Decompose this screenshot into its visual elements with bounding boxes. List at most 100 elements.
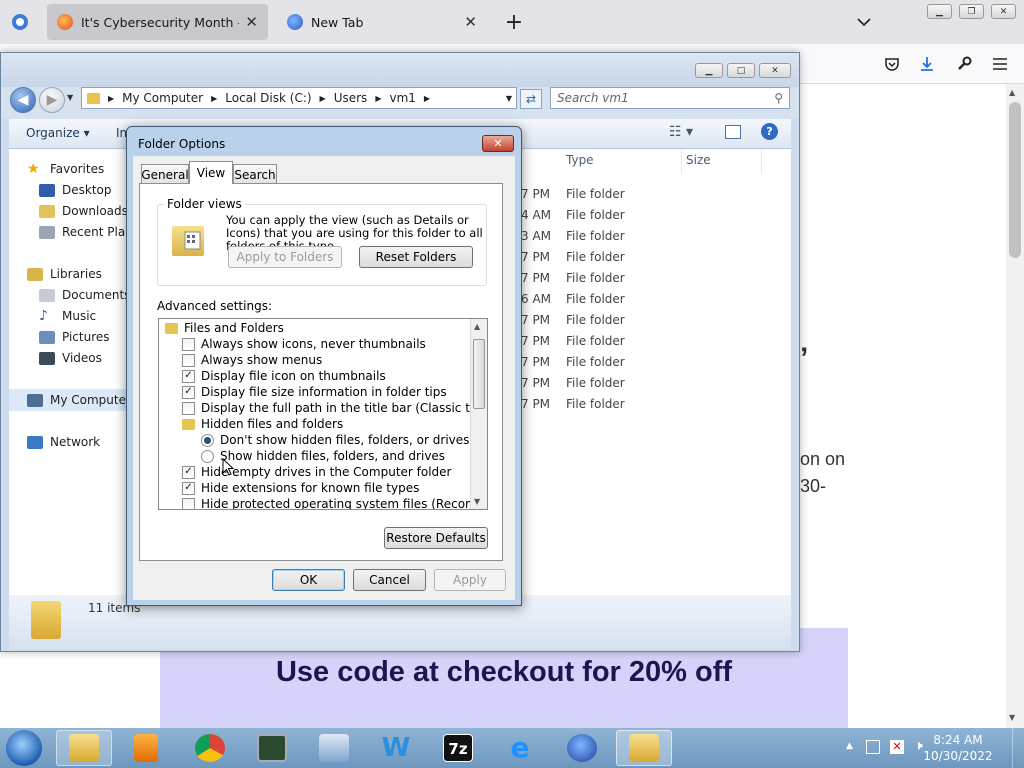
checkbox-unchecked[interactable] — [182, 353, 195, 367]
taskbar-explorer[interactable] — [56, 730, 112, 766]
checkbox-checked[interactable]: ✓ — [182, 465, 195, 479]
setting-item[interactable]: Show hidden files, folders, and drives — [201, 448, 445, 464]
tab-new-tab[interactable]: New Tab ✕ — [277, 4, 487, 40]
checkbox-unchecked[interactable] — [182, 337, 195, 351]
tab-search[interactable]: Search — [233, 164, 277, 184]
checkbox-unchecked[interactable] — [182, 401, 195, 415]
forward-button[interactable]: ▶ — [39, 87, 65, 113]
organize-button[interactable]: Organize ▾ — [26, 126, 90, 140]
tab-cybersecurity[interactable]: It's Cybersecurity Month — tim ✕ — [47, 4, 268, 40]
radio-selected[interactable] — [201, 433, 214, 447]
file-row[interactable]: 4 AM File folder — [521, 204, 625, 225]
setting-item[interactable]: ✓ Display file icon on thumbnails — [182, 368, 386, 384]
close-window-button[interactable]: ✕ — [759, 63, 791, 78]
list-all-tabs-icon[interactable] — [850, 8, 878, 36]
taskbar-control-panel[interactable] — [306, 730, 362, 766]
taskbar-folder-options[interactable] — [616, 730, 672, 766]
taskbar-wps[interactable]: W — [368, 730, 424, 766]
taskbar-firefox[interactable] — [554, 730, 610, 766]
column-header-type[interactable]: Type — [566, 153, 594, 167]
scroll-down-icon[interactable]: ▼ — [1009, 713, 1015, 722]
restore-window-button[interactable]: ❐ — [959, 4, 984, 19]
apply-button[interactable]: Apply — [434, 569, 506, 591]
checkbox-checked[interactable]: ✓ — [182, 481, 195, 495]
close-button[interactable]: ✕ — [482, 135, 514, 152]
file-row[interactable]: 7 PM File folder — [521, 267, 625, 288]
breadcrumb-item[interactable]: My Computer — [122, 91, 203, 105]
network-tray-icon[interactable] — [866, 740, 880, 754]
new-tab-button[interactable]: + — [500, 8, 528, 36]
advanced-settings-list[interactable]: Files and Folders Always show icons, neve… — [158, 318, 488, 510]
tab-view[interactable]: View — [189, 161, 233, 184]
taskbar-chrome[interactable] — [182, 730, 238, 766]
file-row[interactable]: 7 PM File folder — [521, 372, 625, 393]
file-row[interactable]: 7 PM File folder — [521, 246, 625, 267]
setting-item[interactable]: ✓ Hide extensions for known file types — [182, 480, 419, 496]
nav-my-computer[interactable]: My Computer — [9, 389, 131, 411]
action-center-icon[interactable]: ✕ — [890, 740, 904, 754]
nav-desktop[interactable]: Desktop — [39, 180, 112, 200]
nav-documents[interactable]: Documents — [39, 285, 130, 305]
setting-item[interactable]: Hide protected operating system files (R… — [182, 496, 487, 509]
preview-pane-icon[interactable] — [725, 125, 741, 139]
breadcrumb-item[interactable]: Users — [334, 91, 368, 105]
taskbar-media-player[interactable] — [118, 730, 174, 766]
scroll-up-icon[interactable]: ▲ — [474, 322, 480, 331]
taskbar-task-manager[interactable] — [244, 730, 300, 766]
file-row[interactable]: 6 AM File folder — [521, 288, 625, 309]
file-row[interactable]: 7 PM File folder — [521, 393, 625, 414]
firefox-view-icon[interactable] — [6, 8, 34, 36]
nav-videos[interactable]: Videos — [39, 348, 102, 368]
setting-item[interactable]: Don't show hidden files, folders, or dri… — [201, 432, 469, 448]
clock[interactable]: 8:24 AM 10/30/2022 — [920, 732, 996, 764]
checkbox-unchecked[interactable] — [182, 497, 195, 509]
file-row[interactable]: 7 PM File folder — [521, 330, 625, 351]
apply-to-folders-button[interactable]: Apply to Folders — [228, 246, 342, 268]
file-row[interactable]: 7 PM File folder — [521, 351, 625, 372]
nav-pictures[interactable]: Pictures — [39, 327, 110, 347]
back-button[interactable]: ◀ — [10, 87, 36, 113]
downloads-icon[interactable] — [913, 50, 941, 78]
scroll-down-icon[interactable]: ▼ — [474, 497, 480, 506]
scroll-up-icon[interactable]: ▲ — [1009, 88, 1015, 97]
address-bar[interactable]: ▶ My Computer ▶ Local Disk (C:) ▶ Users … — [81, 87, 517, 109]
breadcrumb-item[interactable]: vm1 — [389, 91, 415, 105]
wrench-icon[interactable] — [950, 50, 978, 78]
setting-item[interactable]: Always show icons, never thumbnails — [182, 336, 426, 352]
minimize-window-button[interactable]: ▁ — [695, 63, 723, 78]
minimize-window-button[interactable]: ▁ — [927, 4, 952, 19]
start-button[interactable] — [6, 730, 42, 766]
maximize-window-button[interactable]: □ — [727, 63, 755, 78]
close-tab-icon[interactable]: ✕ — [245, 13, 258, 31]
nav-recent-places[interactable]: Recent Place — [39, 222, 139, 242]
nav-network[interactable]: Network — [27, 432, 100, 452]
menu-icon[interactable] — [986, 50, 1014, 78]
taskbar-internet-explorer[interactable]: e — [492, 730, 548, 766]
cancel-button[interactable]: Cancel — [353, 569, 426, 591]
nav-downloads[interactable]: Downloads — [39, 201, 128, 221]
help-icon[interactable]: ? — [761, 123, 778, 140]
tab-general[interactable]: General — [141, 164, 189, 184]
setting-item[interactable]: Always show menus — [182, 352, 322, 368]
nav-music[interactable]: ♪ Music — [39, 306, 96, 326]
nav-favorites[interactable]: ★ Favorites — [27, 159, 104, 179]
setting-item[interactable]: ✓ Display file size information in folder… — [182, 384, 447, 400]
file-row[interactable]: 7 PM File folder — [521, 183, 625, 204]
setting-item[interactable]: Display the full path in the title bar (… — [182, 400, 487, 416]
restore-defaults-button[interactable]: Restore Defaults — [384, 527, 488, 549]
recent-pages-dropdown-icon[interactable]: ▼ — [67, 93, 73, 102]
close-tab-icon[interactable]: ✕ — [464, 13, 477, 31]
page-scrollbar-thumb[interactable] — [1009, 102, 1021, 258]
file-row[interactable]: 7 PM File folder — [521, 309, 625, 330]
checkbox-checked[interactable]: ✓ — [182, 369, 195, 383]
show-hidden-icons-icon[interactable]: ▲ — [846, 741, 853, 751]
radio-unselected[interactable] — [201, 449, 214, 463]
search-input[interactable]: Search vm1 ⚲ — [550, 87, 790, 109]
refresh-icon[interactable]: ⇄ — [520, 89, 542, 109]
checkbox-checked[interactable]: ✓ — [182, 385, 195, 399]
list-scrollbar[interactable]: ▲ ▼ — [470, 319, 487, 509]
file-row[interactable]: 3 AM File folder — [521, 225, 625, 246]
pocket-icon[interactable] — [878, 50, 906, 78]
reset-folders-button[interactable]: Reset Folders — [359, 246, 473, 268]
breadcrumb-item[interactable]: Local Disk (C:) — [225, 91, 311, 105]
